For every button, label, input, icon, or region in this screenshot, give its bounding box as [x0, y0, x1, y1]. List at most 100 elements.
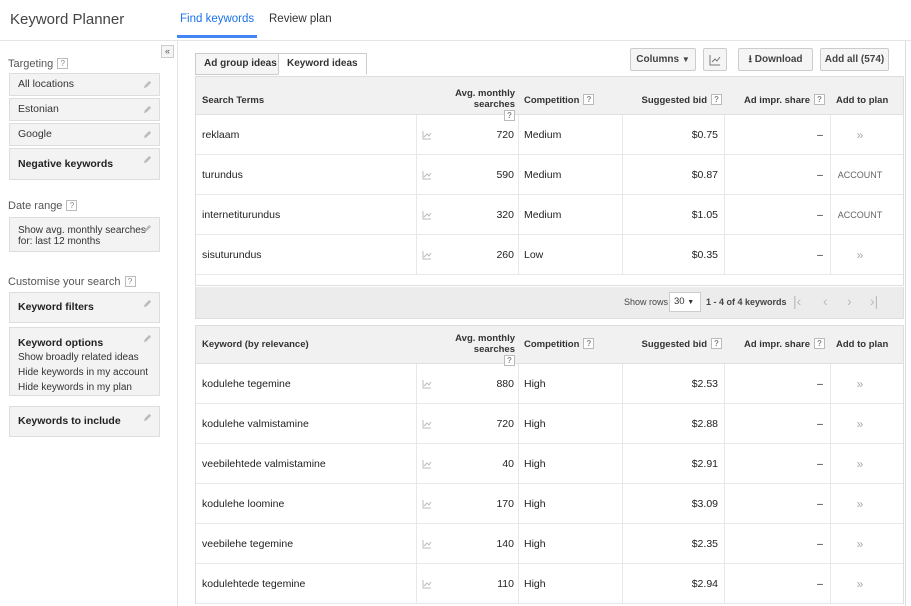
pencil-icon [143, 299, 152, 308]
searches-cell: 320 [496, 209, 514, 221]
trend-chart-icon[interactable] [422, 210, 432, 220]
bid-cell: $3.09 [691, 498, 718, 510]
header-ad-impr-share[interactable]: Ad impr. share? [726, 94, 825, 106]
trend-chart-icon[interactable] [422, 579, 432, 589]
table-header: Search Terms Avg. monthly searches? Comp… [196, 77, 903, 121]
header-avg-monthly-searches[interactable]: Avg. monthly searches? [422, 333, 515, 367]
keywords-include-setting[interactable]: Keywords to include [9, 406, 160, 437]
add-to-plan-button[interactable]: » [822, 444, 898, 484]
help-icon[interactable]: ? [66, 200, 78, 211]
keyword-cell: turundus [202, 169, 243, 181]
keyword-cell: veebilehtede valmistamine [202, 458, 326, 470]
keyword-cell: kodulehe valmistamine [202, 418, 309, 430]
pencil-icon [143, 413, 152, 422]
header-competition[interactable]: Competition? [524, 338, 595, 350]
help-icon[interactable]: ? [711, 338, 722, 349]
add-to-plan-button[interactable]: » [822, 484, 898, 524]
tab-review-plan[interactable]: Review plan [269, 13, 332, 25]
searches-cell: 720 [496, 418, 514, 430]
next-page-icon[interactable]: › [847, 293, 852, 309]
competition-cell: High [524, 378, 546, 390]
bid-cell: $2.94 [691, 578, 718, 590]
chart-toggle-button[interactable] [703, 48, 727, 71]
header-suggested-bid[interactable]: Suggested bid? [626, 94, 722, 106]
pencil-icon [143, 105, 152, 114]
tab-ad-group-ideas[interactable]: Ad group ideas [195, 53, 286, 75]
header-ad-impr-share[interactable]: Ad impr. share? [726, 338, 825, 350]
language-setting[interactable]: Estonian [9, 98, 160, 121]
help-icon[interactable]: ? [124, 276, 136, 287]
searches-cell: 260 [496, 249, 514, 261]
chart-icon [709, 55, 721, 66]
trend-chart-icon[interactable] [422, 459, 432, 469]
rows-per-page-select[interactable]: 30 ▼ [669, 292, 701, 312]
scrollbar-track[interactable] [905, 41, 906, 606]
tab-keyword-ideas[interactable]: Keyword ideas [278, 53, 367, 75]
previous-page-icon[interactable]: ‹ [823, 293, 828, 309]
keyword-cell: reklaam [202, 129, 240, 141]
help-icon[interactable]: ? [57, 58, 69, 69]
add-all-button[interactable]: Add all (574) [820, 48, 889, 71]
add-to-plan-button[interactable]: » [822, 115, 898, 155]
impr-share-cell: – [817, 378, 823, 390]
keyword-filters-setting[interactable]: Keyword filters [9, 292, 160, 323]
trend-chart-icon[interactable] [422, 379, 432, 389]
ad-impr-label: Ad impr. share [744, 339, 810, 350]
add-to-plan-button[interactable]: » [822, 564, 898, 604]
pencil-icon [143, 130, 152, 139]
searches-cell: 590 [496, 169, 514, 181]
header-suggested-bid[interactable]: Suggested bid? [626, 338, 722, 350]
last-page-icon[interactable]: ›| [870, 293, 878, 309]
tab-find-keywords[interactable]: Find keywords [176, 13, 258, 38]
download-icon: ⭳ [748, 54, 752, 65]
keyword-filters-label: Keyword filters [18, 301, 94, 313]
top-bar: Keyword Planner Find keywords Review pla… [0, 0, 911, 41]
bid-cell: $0.75 [691, 129, 718, 141]
impr-share-cell: – [817, 458, 823, 470]
table-row: veebilehe tegemine 140 High $2.35 – » [196, 524, 903, 564]
header-competition[interactable]: Competition? [524, 94, 595, 106]
rows-value: 30 [674, 296, 685, 307]
keyword-cell: kodulehtede tegemine [202, 578, 306, 590]
trend-chart-icon[interactable] [422, 419, 432, 429]
targeting-label: Targeting [8, 58, 54, 70]
collapse-sidebar-button[interactable]: « [161, 45, 174, 58]
first-page-icon[interactable]: |‹ [793, 293, 801, 309]
competition-cell: High [524, 578, 546, 590]
add-to-plan-button[interactable]: » [822, 404, 898, 444]
help-icon[interactable]: ? [814, 338, 825, 349]
table-row: veebilehtede valmistamine 40 High $2.91 … [196, 444, 903, 484]
search-terms-table: Search Terms Avg. monthly searches? Comp… [195, 76, 904, 286]
keyword-cell: kodulehe loomine [202, 498, 285, 510]
date-range-line1: Show avg. monthly searches [18, 225, 146, 236]
trend-chart-icon[interactable] [422, 539, 432, 549]
add-to-plan-button[interactable]: » [822, 364, 898, 404]
pencil-icon [143, 224, 152, 233]
location-setting[interactable]: All locations [9, 73, 160, 96]
help-icon[interactable]: ? [711, 94, 722, 105]
help-icon[interactable]: ? [814, 94, 825, 105]
trend-chart-icon[interactable] [422, 250, 432, 260]
keyword-options-setting[interactable]: Keyword options Show broadly related ide… [9, 327, 160, 396]
help-icon[interactable]: ? [583, 94, 595, 105]
negative-keywords-setting[interactable]: Negative keywords [9, 148, 160, 180]
keyword-cell: internetiturundus [202, 209, 281, 221]
columns-button[interactable]: Columns ▼ [630, 48, 696, 71]
table-row: reklaam 720 Medium $0.75 – » [196, 115, 903, 155]
trend-chart-icon[interactable] [422, 170, 432, 180]
date-range-setting[interactable]: Show avg. monthly searches for: last 12 … [9, 217, 160, 252]
page-range-label: 1 - 4 of 4 keywords [706, 297, 787, 307]
ad-impr-label: Ad impr. share [744, 95, 810, 106]
header-search-terms[interactable]: Search Terms [202, 95, 264, 106]
download-button[interactable]: ⭳ Download [738, 48, 813, 71]
network-setting[interactable]: Google [9, 123, 160, 146]
help-icon[interactable]: ? [583, 338, 595, 349]
table-row: sisuturundus 260 Low $0.35 – » [196, 235, 903, 275]
trend-chart-icon[interactable] [422, 499, 432, 509]
add-to-plan-button[interactable]: » [822, 524, 898, 564]
account-badge: ACCOUNT [837, 210, 883, 220]
trend-chart-icon[interactable] [422, 130, 432, 140]
searches-cell: 880 [496, 378, 514, 390]
add-to-plan-button[interactable]: » [822, 235, 898, 275]
header-keyword-relevance[interactable]: Keyword (by relevance) [202, 339, 309, 350]
